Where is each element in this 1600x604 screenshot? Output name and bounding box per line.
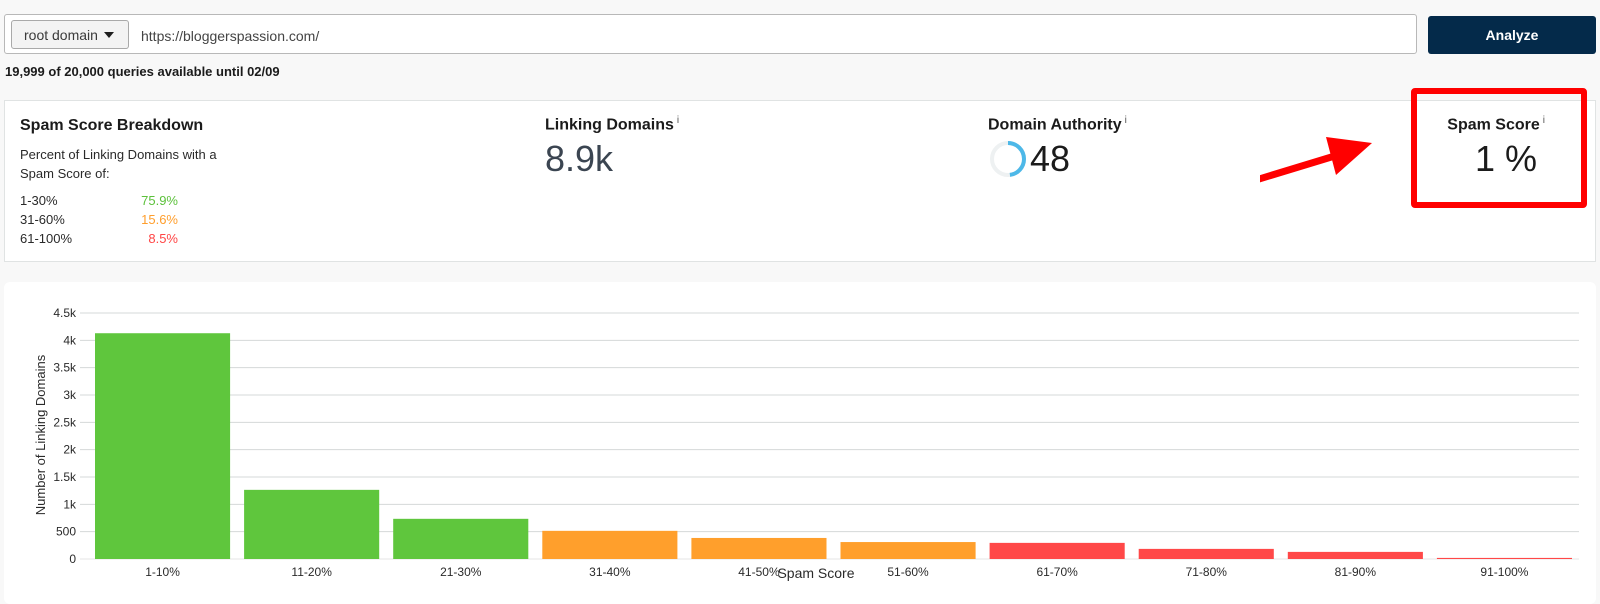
spam-score-label: Spam Score	[1447, 116, 1540, 134]
breakdown-percent: 15.6%	[141, 212, 178, 227]
bar-31-40%[interactable]	[542, 530, 678, 559]
metrics-card: Spam Score Breakdown Percent of Linking …	[4, 100, 1596, 262]
breakdown-percent: 8.5%	[148, 231, 178, 246]
x-tick-label: 91-100%	[1480, 565, 1528, 579]
spam-score-chart-card: 0 500 1k 1.5k 2k 2.5k 3k 3.5k 4k 4.5k 1-10% 11-20%…	[4, 282, 1596, 604]
x-tick-label: 41-50%	[738, 565, 780, 579]
bar-81-90%[interactable]	[1287, 551, 1423, 559]
y-tick-label: 4k	[63, 333, 77, 347]
spam-score-value: 1 %	[1474, 138, 1537, 180]
x-tick-label: 1-10%	[145, 565, 180, 579]
query-quota: 19,999 of 20,000 queries available until…	[5, 64, 280, 79]
bar-1-10%[interactable]	[95, 333, 231, 559]
spam-score-histogram: 0 500 1k 1.5k 2k 2.5k 3k 3.5k 4k 4.5k 1-10% 11-20%…	[33, 306, 1579, 581]
y-tick-label: 1.5k	[53, 470, 77, 484]
bar-91-100%[interactable]	[1436, 557, 1572, 559]
domain-authority-label: Domain Authority	[988, 116, 1122, 134]
domain-authority-value: 48	[1030, 138, 1071, 180]
breakdown-percent: 75.9%	[141, 193, 178, 208]
x-tick-label: 71-80%	[1186, 565, 1228, 579]
y-tick-label: 2k	[63, 443, 77, 457]
x-axis-label: Spam Score	[777, 565, 854, 581]
breakdown-range: 1-30%	[20, 193, 58, 208]
x-tick-label: 51-60%	[887, 565, 929, 579]
search-bar: root domain	[4, 14, 1417, 54]
bar-51-60%[interactable]	[840, 542, 976, 559]
x-tick-label: 81-90%	[1335, 565, 1377, 579]
domain-authority-gauge-icon	[990, 141, 1026, 178]
info-icon[interactable]: i	[1543, 115, 1545, 126]
scope-selected-value: root domain	[24, 26, 98, 43]
y-tick-label: 500	[56, 525, 76, 539]
info-icon[interactable]: i	[677, 115, 679, 126]
url-input[interactable]	[139, 20, 1403, 51]
y-axis-label: Number of Linking Domains	[33, 354, 48, 515]
y-tick-label: 3.5k	[53, 361, 77, 375]
x-tick-label: 11-20%	[291, 565, 332, 579]
linking-domains-metric: Linking Domains i 8.9k	[545, 115, 679, 180]
info-icon[interactable]: i	[1125, 115, 1127, 126]
breakdown-range: 31-60%	[20, 212, 65, 227]
x-tick-label: 31-40%	[589, 565, 631, 579]
breakdown-range: 61-100%	[20, 231, 73, 246]
breakdown-title: Spam Score Breakdown	[20, 117, 204, 134]
bar-71-80%[interactable]	[1138, 548, 1274, 559]
y-tick-label: 2.5k	[53, 415, 77, 429]
breakdown-row: 1-30% 75.9%	[20, 191, 320, 210]
breakdown-description: Percent of Linking Domains with a Spam S…	[20, 147, 217, 181]
scope-dropdown[interactable]: root domain	[11, 20, 129, 49]
caret-down-icon	[104, 32, 114, 38]
breakdown-row: 61-100% 8.5%	[20, 229, 320, 248]
y-tick-label: 3k	[63, 388, 77, 402]
breakdown-row: 31-60% 15.6%	[20, 210, 320, 229]
x-tick-label: 21-30%	[440, 565, 482, 579]
x-tick-label: 61-70%	[1036, 565, 1078, 579]
domain-authority-metric: Domain Authority i 48	[988, 115, 1127, 180]
linking-domains-value: 8.9k	[545, 138, 614, 180]
bar-11-20%[interactable]	[244, 489, 380, 559]
bar-61-70%[interactable]	[989, 542, 1125, 559]
spam-score-breakdown: Spam Score Breakdown Percent of Linking …	[20, 117, 320, 248]
bar-41-50%[interactable]	[691, 537, 827, 559]
analyze-button[interactable]: Analyze	[1428, 16, 1596, 54]
y-tick-label: 0	[69, 552, 76, 566]
bar-21-30%[interactable]	[393, 518, 529, 559]
spam-score-metric: Spam Score i 1 %	[1435, 115, 1545, 180]
linking-domains-label: Linking Domains	[545, 116, 674, 134]
y-tick-label: 4.5k	[53, 306, 77, 320]
y-tick-label: 1k	[63, 497, 77, 511]
